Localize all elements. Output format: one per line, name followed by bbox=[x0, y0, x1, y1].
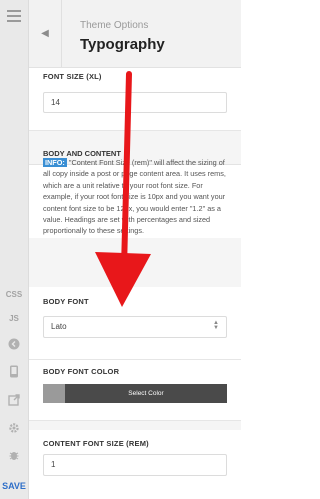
page-title: Typography bbox=[80, 36, 165, 53]
body-font-value: Lato bbox=[51, 322, 67, 331]
js-button[interactable]: JS bbox=[0, 314, 28, 323]
font-size-xl-label: FONT SIZE (XL) bbox=[43, 72, 102, 81]
back-button[interactable]: ◀ bbox=[29, 0, 62, 67]
info-section: INFO: "Content Font Size (rem)" will aff… bbox=[29, 158, 241, 238]
body-font-color-label: BODY FONT COLOR bbox=[43, 367, 120, 376]
content-font-size-section: CONTENT FONT SIZE (REM) 1 bbox=[29, 430, 241, 499]
left-rail: CSS JS SAVE bbox=[0, 0, 29, 499]
external-link-icon[interactable] bbox=[0, 394, 28, 408]
content-font-size-label: CONTENT FONT SIZE (REM) bbox=[43, 439, 149, 448]
font-size-xl-section: FONT SIZE (XL) 14 bbox=[29, 68, 241, 131]
mobile-preview-icon[interactable] bbox=[0, 365, 28, 380]
color-swatch[interactable] bbox=[43, 384, 65, 403]
breadcrumb: Theme Options bbox=[80, 20, 149, 31]
save-button[interactable]: SAVE bbox=[0, 481, 28, 491]
css-button[interactable]: CSS bbox=[0, 290, 28, 299]
settings-panel: FONT SIZE (XL) 14 BODY AND CONTENT INFO:… bbox=[29, 68, 241, 499]
body-font-section: BODY FONT Lato ▲ ▼ bbox=[29, 287, 241, 360]
body-font-select[interactable]: Lato ▲ ▼ bbox=[43, 316, 227, 338]
body-font-label: BODY FONT bbox=[43, 297, 89, 306]
info-badge: INFO: bbox=[43, 158, 67, 167]
panel-header: ◀ Theme Options Typography bbox=[29, 0, 241, 68]
select-arrows-icon: ▲ ▼ bbox=[213, 320, 219, 331]
select-color-button[interactable]: Select Color bbox=[65, 384, 227, 403]
hamburger-menu-icon[interactable] bbox=[7, 10, 21, 25]
body-font-color-section: BODY FONT COLOR Select Color bbox=[29, 360, 241, 421]
info-text: "Content Font Size (rem)" will affect th… bbox=[43, 158, 226, 236]
content-font-size-input[interactable]: 1 bbox=[43, 454, 227, 476]
back-circle-icon[interactable] bbox=[0, 338, 28, 352]
gear-icon[interactable] bbox=[0, 422, 28, 436]
info-note: INFO: "Content Font Size (rem)" will aff… bbox=[43, 157, 233, 237]
font-size-xl-input[interactable]: 14 bbox=[43, 92, 227, 113]
color-picker[interactable]: Select Color bbox=[43, 384, 227, 403]
bug-icon[interactable] bbox=[0, 449, 28, 463]
chevron-left-icon: ◀ bbox=[41, 28, 49, 39]
